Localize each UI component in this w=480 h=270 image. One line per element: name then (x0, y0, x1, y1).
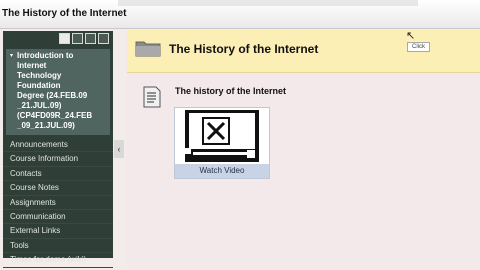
video-player-icon (175, 108, 269, 164)
menu-item-course-information[interactable]: Course Information (3, 152, 113, 167)
window-titlebar: The History of the Internet (0, 0, 480, 29)
menu-item-course-notes[interactable]: Course Notes (3, 181, 113, 196)
window-title: The History of the Internet (2, 8, 127, 19)
course-sidebar: ▾ Introduction to Internet Technology Fo… (3, 31, 113, 268)
video-thumbnail[interactable]: Watch Video (174, 107, 270, 179)
content-item-title[interactable]: The history of the Internet (175, 86, 286, 96)
list-view-icon[interactable] (59, 33, 70, 44)
menu-item-tools[interactable]: Tools (3, 239, 113, 254)
sidebar-collapse-button[interactable]: ‹ (114, 140, 124, 158)
menu-item-times-for-demo[interactable]: Times for demo (wiki) (3, 253, 113, 268)
sidebar-toolbar (3, 31, 113, 49)
chevron-left-icon: ‹ (117, 144, 121, 154)
titlebar-blur (118, 0, 418, 6)
tree-view-icon[interactable] (85, 33, 96, 44)
edit-icon[interactable] (98, 33, 109, 44)
page-title: The History of the Internet (169, 42, 319, 56)
mouse-pointer-icon: ↖ (406, 30, 416, 42)
collapse-triangle-icon[interactable]: ▾ (10, 51, 17, 131)
menu-item-external-links[interactable]: External Links (3, 224, 113, 239)
tooltip: Click (407, 42, 430, 52)
course-name: Introduction to Internet Technology Foun… (17, 51, 93, 130)
course-menu: Announcements Course Information Contact… (3, 138, 113, 268)
menu-item-communication[interactable]: Communication (3, 210, 113, 225)
document-icon (143, 86, 161, 108)
watch-video-button[interactable]: Watch Video (175, 164, 269, 178)
folder-view-icon[interactable] (72, 33, 83, 44)
menu-item-assignments[interactable]: Assignments (3, 196, 113, 211)
menu-item-contacts[interactable]: Contacts (3, 167, 113, 182)
folder-icon (135, 41, 161, 57)
menu-item-announcements[interactable]: Announcements (3, 138, 113, 153)
course-title-box[interactable]: ▾ Introduction to Internet Technology Fo… (6, 49, 110, 135)
